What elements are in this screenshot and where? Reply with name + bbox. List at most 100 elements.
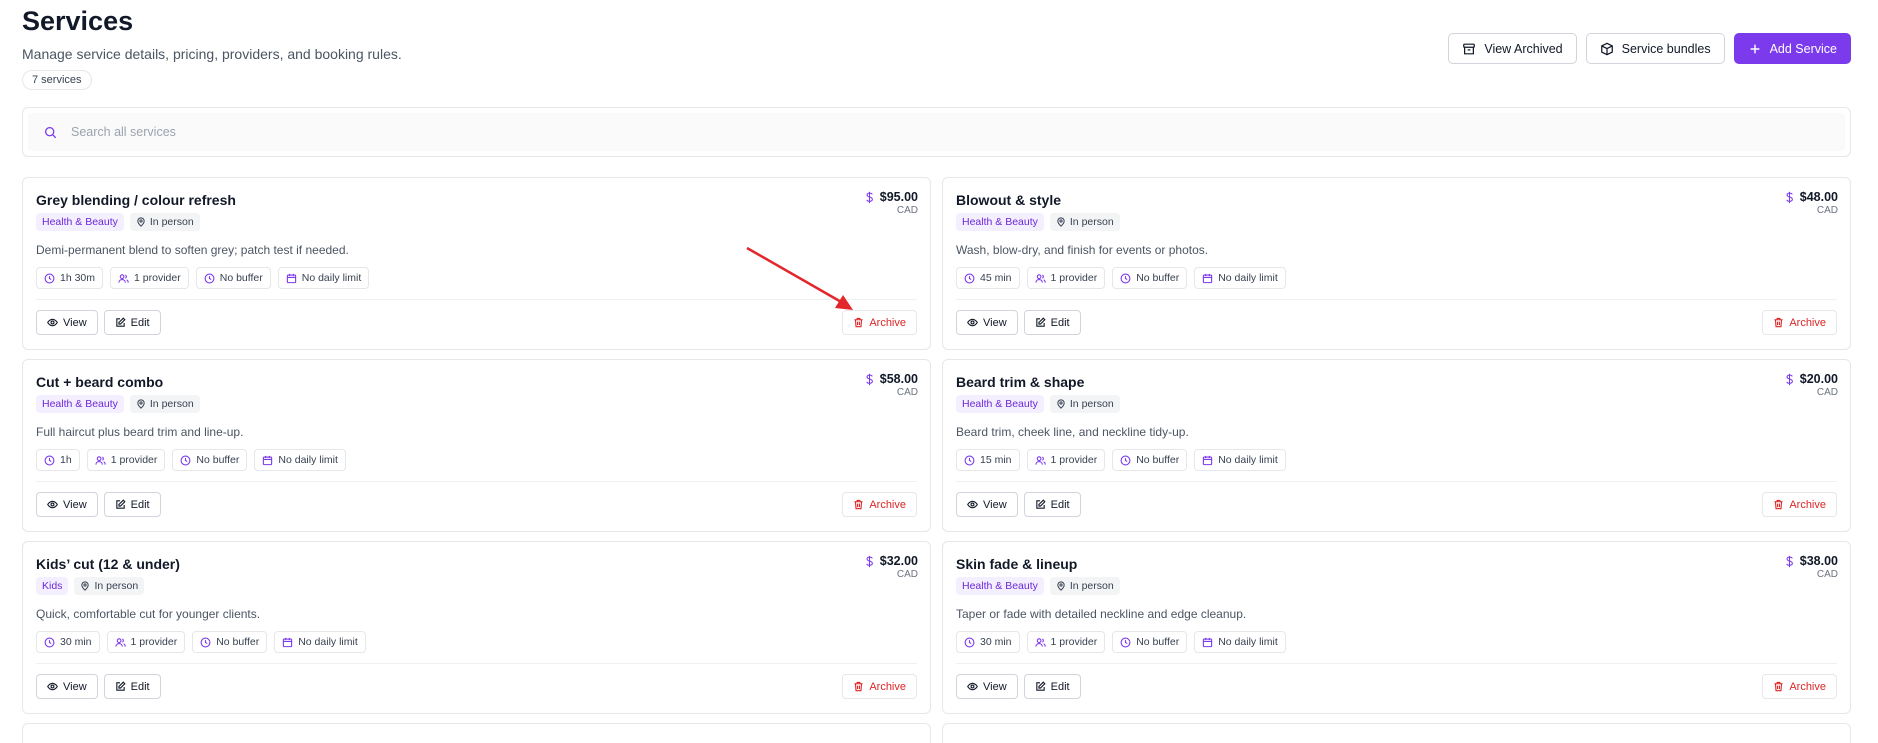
providers-chip: 1 provider <box>1026 267 1106 289</box>
service-meta: 1h 30m 1 provider No buffer No daily lim… <box>36 267 917 289</box>
daily-limit-chip: No daily limit <box>1194 449 1286 471</box>
clock-icon <box>964 273 975 283</box>
card-divider <box>36 481 917 482</box>
eye-icon <box>967 500 978 509</box>
search-input[interactable] <box>69 124 1769 140</box>
timer-icon <box>180 455 191 465</box>
view-archived-button[interactable]: View Archived <box>1448 33 1577 64</box>
clock-icon <box>44 637 55 647</box>
trash-icon <box>854 681 863 692</box>
service-card: Grey blending / colour refresh $95.00 CA… <box>22 177 931 350</box>
archive-button[interactable]: Archive <box>1762 674 1837 699</box>
daily-limit-chip: No daily limit <box>254 449 346 471</box>
calendar-icon <box>1203 455 1213 465</box>
location-label: In person <box>1069 216 1114 228</box>
clock-icon <box>44 455 55 465</box>
card-divider <box>36 299 917 300</box>
buffer-chip: No buffer <box>195 267 271 289</box>
service-price: $48.00 CAD <box>1784 190 1838 216</box>
price-currency: CAD <box>896 569 918 580</box>
price-amount: $48.00 <box>1799 190 1838 204</box>
buffer-chip: No buffer <box>172 449 248 471</box>
archive-button[interactable]: Archive <box>842 310 917 335</box>
map-pin-icon <box>1057 581 1065 591</box>
archive-button[interactable]: Archive <box>1762 492 1837 517</box>
eye-icon <box>47 318 58 327</box>
service-price: $20.00 CAD <box>1784 372 1838 398</box>
service-tags: Health & Beauty In person <box>956 213 1837 231</box>
category-badge: Kids <box>36 577 69 595</box>
location-badge: In person <box>1049 577 1120 595</box>
service-price: $58.00 CAD <box>864 372 918 398</box>
users-icon <box>1034 455 1046 465</box>
view-button[interactable]: View <box>956 492 1018 517</box>
trash-icon <box>854 499 863 510</box>
card-actions: View Edit <box>956 674 1081 699</box>
users-icon <box>1034 637 1046 647</box>
service-name: Blowout & style <box>956 192 1062 208</box>
clock-icon <box>964 637 975 647</box>
location-label: In person <box>149 216 194 228</box>
search-box[interactable] <box>28 113 1845 151</box>
location-label: In person <box>1069 398 1114 410</box>
archive-button[interactable]: Archive <box>1762 310 1837 335</box>
daily-limit-chip: No daily limit <box>274 631 366 653</box>
timer-icon <box>1120 455 1131 465</box>
dollar-icon <box>1786 555 1793 567</box>
service-description: Demi-permanent blend to soften grey; pat… <box>36 243 349 257</box>
map-pin-icon <box>137 217 145 227</box>
edit-button[interactable]: Edit <box>103 310 161 335</box>
edit-button[interactable]: Edit <box>103 492 161 517</box>
edit-button[interactable]: Edit <box>103 674 161 699</box>
providers-chip: 1 provider <box>106 631 186 653</box>
card-actions: View Edit <box>956 492 1081 517</box>
service-bundles-label: Service bundles <box>1621 41 1711 56</box>
service-meta: 45 min 1 provider No buffer No daily lim… <box>956 267 1837 289</box>
users-icon <box>114 637 126 647</box>
archive-button[interactable]: Archive <box>842 492 917 517</box>
service-meta: 30 min 1 provider No buffer No daily lim… <box>36 631 917 653</box>
duration-chip: 1h 30m <box>36 267 104 289</box>
price-amount: $95.00 <box>879 190 918 204</box>
service-meta: 15 min 1 provider No buffer No daily lim… <box>956 449 1837 471</box>
view-button[interactable]: View <box>36 492 98 517</box>
add-service-button[interactable]: Add Service <box>1733 33 1851 64</box>
edit-button[interactable]: Edit <box>1023 674 1081 699</box>
view-button[interactable]: View <box>956 674 1018 699</box>
buffer-chip: No buffer <box>1112 267 1188 289</box>
view-button[interactable]: View <box>956 310 1018 335</box>
card-actions: View Edit <box>36 492 161 517</box>
edit-button[interactable]: Edit <box>1023 310 1081 335</box>
view-button[interactable]: View <box>36 310 98 335</box>
eye-icon <box>967 682 978 691</box>
service-bundles-button[interactable]: Service bundles <box>1585 33 1725 64</box>
users-icon <box>95 455 106 465</box>
trash-icon <box>854 317 863 328</box>
archive-button[interactable]: Archive <box>842 674 917 699</box>
page-subtitle: Manage service details, pricing, provide… <box>22 46 402 62</box>
service-name: Grey blending / colour refresh <box>36 192 236 208</box>
edit-icon <box>115 681 126 691</box>
calendar-icon <box>1203 637 1213 647</box>
service-tags: Health & Beauty In person <box>956 395 1837 413</box>
service-price: $95.00 CAD <box>864 190 918 216</box>
package-icon <box>1600 42 1613 55</box>
service-card-partial <box>942 723 1851 743</box>
view-button[interactable]: View <box>36 674 98 699</box>
trash-icon <box>1774 681 1783 692</box>
users-icon <box>1034 273 1046 283</box>
eye-icon <box>47 500 58 509</box>
category-badge: Health & Beauty <box>36 213 124 231</box>
providers-chip: 1 provider <box>86 449 166 471</box>
card-actions: View Edit <box>36 310 161 335</box>
service-name: Skin fade & lineup <box>956 556 1078 572</box>
edit-icon <box>1035 317 1046 327</box>
service-card: Skin fade & lineup $38.00 CAD Health & B… <box>942 541 1851 714</box>
edit-button[interactable]: Edit <box>1023 492 1081 517</box>
daily-limit-chip: No daily limit <box>277 267 370 289</box>
view-archived-label: View Archived <box>1484 41 1563 56</box>
category-badge: Health & Beauty <box>956 577 1044 595</box>
service-card: Kids’ cut (12 & under) $32.00 CAD Kids I… <box>22 541 931 714</box>
card-divider <box>956 663 1837 664</box>
service-count-badge: 7 services <box>22 70 92 90</box>
